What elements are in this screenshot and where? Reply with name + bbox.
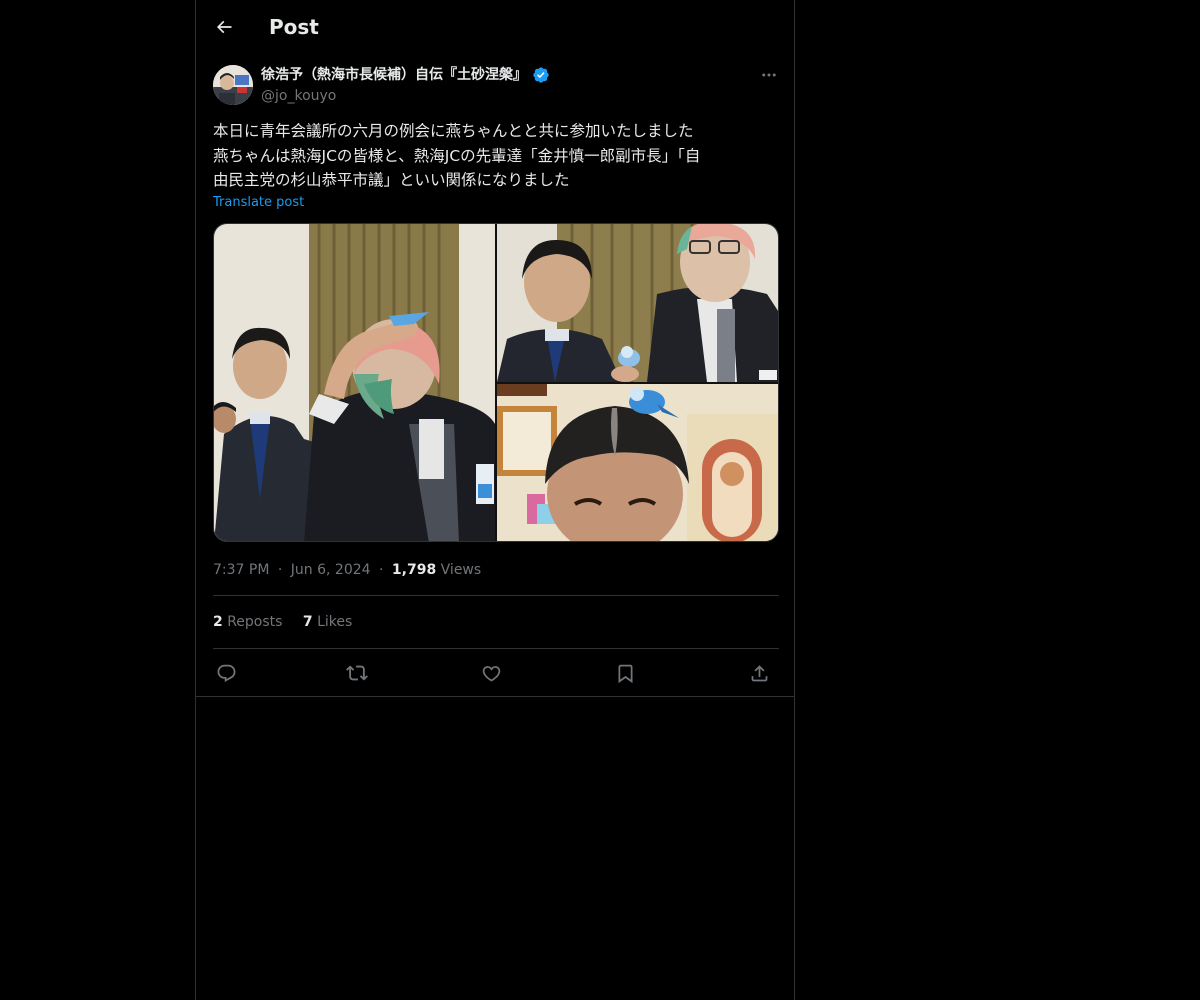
repost-button[interactable] <box>344 660 370 686</box>
divider <box>213 595 779 596</box>
views-label: Views <box>440 562 482 578</box>
author-name[interactable]: 徐浩予（熱海市長候補）自伝『土砂涅槃』 <box>261 65 550 85</box>
reply-icon <box>217 664 235 682</box>
post-text-line: 本日に青年会議所の六月の例会に燕ちゃんとと共に参加いたしました <box>213 122 694 140</box>
page-header: Post <box>196 0 794 54</box>
divider <box>196 696 794 697</box>
reposts-count: 2 <box>213 614 223 630</box>
reply-button[interactable] <box>213 660 239 686</box>
more-options-button[interactable] <box>758 64 780 86</box>
likes-count: 7 <box>302 614 313 630</box>
share-icon <box>751 664 767 681</box>
verified-badge-icon <box>533 67 549 83</box>
repost-icon <box>346 665 368 681</box>
post-text: 本日に青年会議所の六月の例会に燕ちゃんとと共に参加いたしました 燕ちゃんは熱海J… <box>213 119 773 193</box>
heart-icon <box>482 665 500 682</box>
author-handle[interactable]: @jo_kouyo <box>261 86 336 106</box>
reposts-stat[interactable]: 2 Reposts <box>213 614 287 630</box>
likes-stat[interactable]: 7 Likes <box>303 614 352 630</box>
share-button[interactable] <box>746 660 772 686</box>
post-date[interactable]: Jun 6, 2024 <box>291 562 371 578</box>
back-button[interactable] <box>210 13 238 41</box>
translate-post-link[interactable]: Translate post <box>213 194 304 212</box>
post-photo[interactable] <box>214 224 495 541</box>
divider <box>213 648 779 649</box>
likes-label: Likes <box>317 614 353 630</box>
main-column: Post 徐浩予（熱海市長候補）自伝『土砂涅槃』 @jo_kouyo 本日に青年… <box>195 0 795 1000</box>
post-text-line: 由民主党の杉山恭平市議」といい関係になりました <box>213 171 570 189</box>
engagement-stats: 2 Reposts 7 Likes <box>213 612 368 632</box>
bookmark-icon <box>618 664 632 683</box>
media-grid <box>213 223 779 542</box>
author-name-text[interactable]: 徐浩予（熱海市長候補）自伝『土砂涅槃』 <box>261 65 527 85</box>
post-time[interactable]: 7:37 PM <box>213 562 269 578</box>
avatar[interactable] <box>213 65 253 105</box>
meta-separator: · <box>379 562 384 578</box>
reposts-label: Reposts <box>227 614 283 630</box>
post-photo[interactable] <box>497 384 778 541</box>
post-meta: 7:37 PM · Jun 6, 2024 · 1,798 Views <box>213 560 481 580</box>
bookmark-button[interactable] <box>612 660 638 686</box>
views-count: 1,798 <box>391 562 437 578</box>
post-photo[interactable] <box>497 224 778 382</box>
post-text-line: 燕ちゃんは熱海JCの皆様と、熱海JCの先輩達「金井慎一郎副市長」「自 <box>213 146 701 165</box>
action-bar <box>213 660 779 686</box>
like-button[interactable] <box>478 660 504 686</box>
more-dots-icon <box>762 73 776 77</box>
page-title: Post <box>269 15 319 39</box>
arrow-left-icon <box>216 20 232 34</box>
meta-separator: · <box>277 562 283 578</box>
